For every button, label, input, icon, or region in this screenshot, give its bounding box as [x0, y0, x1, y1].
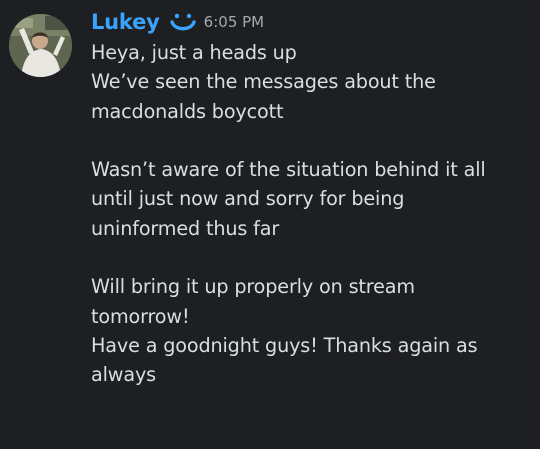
chat-message: Lukey 6:05 PM Heya, just a heads up We’v… [0, 0, 540, 449]
message-content: Lukey 6:05 PM Heya, just a heads up We’v… [91, 6, 536, 390]
message-header: Lukey 6:05 PM [91, 6, 536, 38]
message-line: Wasn’t aware of the situation behind it … [91, 158, 486, 182]
message-line: We’ve seen the messages about the [91, 70, 436, 94]
message-line: Will bring it up properly on stream [91, 275, 415, 299]
message-line [91, 243, 536, 272]
message-line [91, 126, 536, 155]
avatar[interactable] [9, 14, 72, 77]
timestamp: 6:05 PM [203, 13, 265, 31]
message-line: uninformed thus far [91, 216, 280, 240]
smile-icon[interactable] [169, 10, 197, 34]
message-line: Have a goodnight guys! Thanks again as [91, 333, 478, 357]
username[interactable]: Lukey [91, 10, 160, 34]
message-line: until just now and sorry for being [91, 187, 405, 211]
message-body: Heya, just a heads up We’ve seen the mes… [91, 38, 536, 390]
message-line: Heya, just a heads up [91, 41, 297, 64]
message-line: always [91, 363, 156, 387]
avatar-image [9, 14, 72, 77]
message-line: tomorrow! [91, 304, 190, 328]
message-line: macdonalds boycott [91, 99, 284, 123]
